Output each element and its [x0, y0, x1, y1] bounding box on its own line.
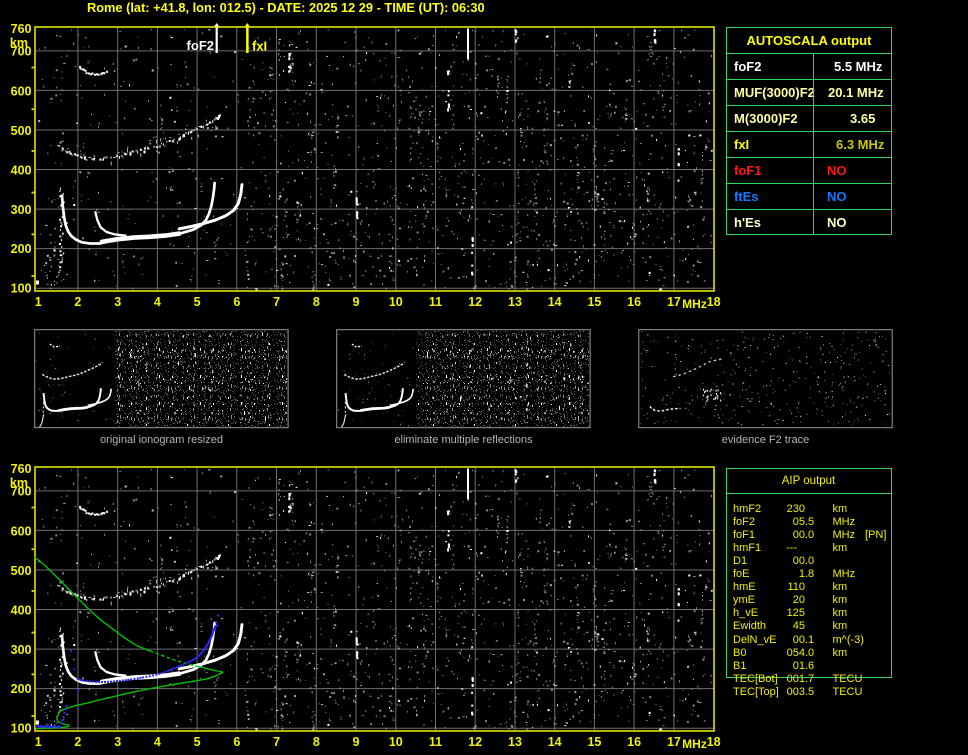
- svg-text:fxI: fxI: [252, 39, 267, 54]
- svg-text:foF2: foF2: [187, 38, 214, 53]
